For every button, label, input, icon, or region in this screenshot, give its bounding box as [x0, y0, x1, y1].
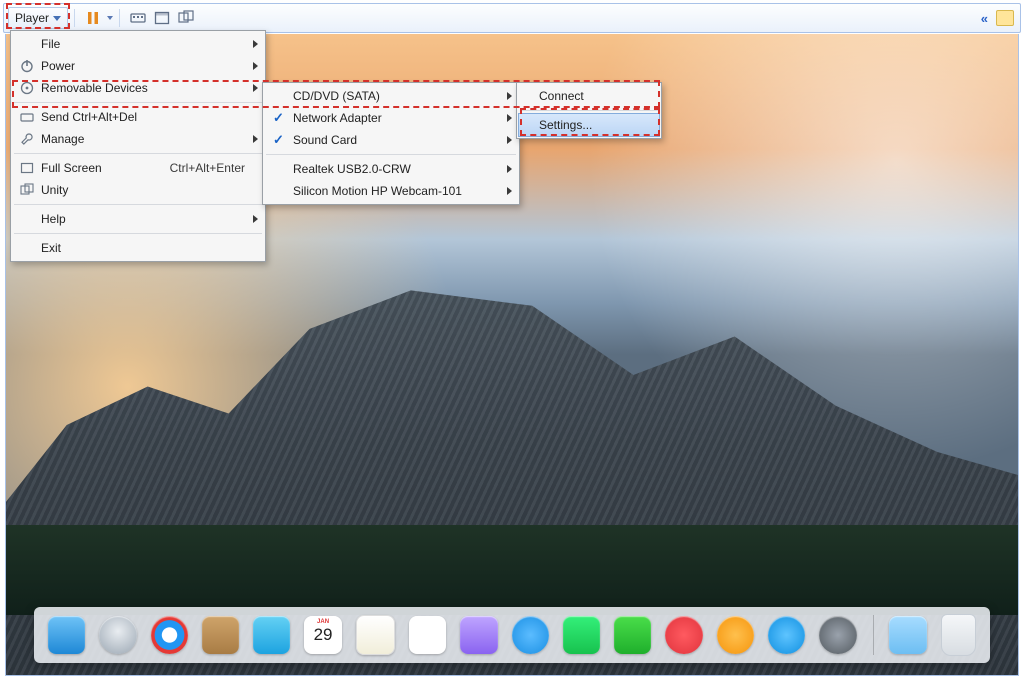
keyboard-icon	[19, 109, 35, 125]
submenu-connect[interactable]: Connect	[519, 85, 659, 107]
submenu-arrow-icon	[507, 165, 512, 173]
submenu-network-adapter[interactable]: ✓ Network Adapter	[265, 107, 517, 129]
menu-manage[interactable]: Manage	[13, 128, 263, 150]
menu-removable-devices[interactable]: Removable Devices	[13, 77, 263, 99]
dock-reminders-icon[interactable]	[409, 616, 446, 654]
dock-messages-icon[interactable]	[563, 616, 600, 654]
submenu-arrow-icon	[253, 40, 258, 48]
menu-exit[interactable]: Exit	[13, 237, 263, 259]
dock-launchpad-icon[interactable]	[99, 616, 136, 654]
menu-separator	[14, 102, 262, 103]
submenu-arrow-icon	[253, 135, 258, 143]
wallpaper-foreground	[6, 525, 1018, 615]
dock-itunes-icon[interactable]	[665, 616, 702, 654]
menu-label: Network Adapter	[293, 111, 382, 125]
dock-finder-icon[interactable]	[48, 616, 85, 654]
menu-label: Sound Card	[293, 133, 357, 147]
menu-label: Silicon Motion HP Webcam-101	[293, 184, 462, 198]
disc-icon	[19, 80, 35, 96]
dock-trash-icon[interactable]	[941, 614, 976, 656]
menu-label: Unity	[41, 183, 68, 197]
unity-button[interactable]	[178, 10, 194, 26]
toolbar-separator	[119, 9, 120, 27]
player-menu: File Power Removable Devices Send Ctrl+A…	[10, 30, 266, 262]
menu-shortcut: Ctrl+Alt+Enter	[140, 161, 245, 175]
dock-calendar-icon[interactable]: JAN 29	[304, 616, 341, 654]
dock-maps-icon[interactable]	[512, 616, 549, 654]
menu-label: Manage	[41, 132, 84, 146]
check-icon: ✓	[273, 132, 284, 148]
menu-label: Realtek USB2.0-CRW	[293, 162, 411, 176]
submenu-arrow-icon	[507, 92, 512, 100]
unity-icon	[19, 182, 35, 198]
wrench-icon	[19, 131, 35, 147]
macos-dock: JAN 29	[34, 607, 990, 663]
dropdown-triangle-icon	[53, 16, 61, 21]
dock-appstore-icon[interactable]	[768, 616, 805, 654]
dock-pages-icon[interactable]	[460, 616, 497, 654]
menu-separator	[520, 110, 658, 111]
submenu-arrow-icon	[253, 62, 258, 70]
menu-label: Exit	[41, 241, 61, 255]
menu-send-cad[interactable]: Send Ctrl+Alt+Del	[13, 106, 263, 128]
menu-label: Help	[41, 212, 66, 226]
toolbar-right-group: «	[981, 4, 1014, 32]
dock-safari-icon[interactable]	[151, 616, 188, 654]
dock-mail-icon[interactable]	[253, 616, 290, 654]
calendar-day: 29	[314, 626, 333, 643]
menu-separator	[14, 204, 262, 205]
dock-facetime-icon[interactable]	[614, 616, 651, 654]
menu-label: Removable Devices	[41, 81, 148, 95]
player-menu-button[interactable]: Player	[8, 7, 68, 29]
dock-downloads-icon[interactable]	[889, 616, 926, 654]
menu-label: Power	[41, 59, 75, 73]
submenu-arrow-icon	[253, 84, 258, 92]
dock-notes-icon[interactable]	[356, 615, 395, 655]
menu-label: Full Screen	[41, 161, 102, 175]
submenu-webcam[interactable]: Silicon Motion HP Webcam-101	[265, 180, 517, 202]
player-label: Player	[15, 11, 49, 25]
submenu-arrow-icon	[507, 187, 512, 195]
power-icon	[19, 58, 35, 74]
menu-fullscreen[interactable]: Full Screen Ctrl+Alt+Enter	[13, 157, 263, 179]
menu-power[interactable]: Power	[13, 55, 263, 77]
menu-file[interactable]: File	[13, 33, 263, 55]
submenu-arrow-icon	[507, 136, 512, 144]
menu-label: Connect	[539, 89, 584, 103]
cddvd-submenu: Connect Settings...	[516, 82, 662, 139]
check-icon: ✓	[273, 110, 284, 126]
dock-ibooks-icon[interactable]	[717, 616, 754, 654]
menu-label: File	[41, 37, 60, 51]
vm-toolbar: Player «	[3, 3, 1021, 33]
menu-separator	[266, 154, 516, 155]
dock-preferences-icon[interactable]	[819, 616, 856, 654]
send-cad-button[interactable]	[130, 10, 146, 26]
menu-label: CD/DVD (SATA)	[293, 89, 380, 103]
submenu-sound-card[interactable]: ✓ Sound Card	[265, 129, 517, 151]
fullscreen-button[interactable]	[154, 10, 170, 26]
menu-separator	[14, 233, 262, 234]
menu-separator	[14, 153, 262, 154]
collapse-chevron-icon[interactable]: «	[981, 11, 988, 26]
submenu-realtek-usb[interactable]: Realtek USB2.0-CRW	[265, 158, 517, 180]
menu-label: Settings...	[539, 118, 592, 132]
pause-button[interactable]	[81, 10, 113, 26]
dock-separator	[873, 615, 874, 655]
menu-help[interactable]: Help	[13, 208, 263, 230]
pause-icon	[85, 10, 101, 26]
dock-contacts-icon[interactable]	[202, 616, 239, 654]
submenu-cddvd[interactable]: CD/DVD (SATA)	[265, 85, 517, 107]
menu-label: Send Ctrl+Alt+Del	[41, 110, 137, 124]
submenu-arrow-icon	[253, 215, 258, 223]
fullscreen-icon	[19, 160, 35, 176]
notes-icon[interactable]	[996, 10, 1014, 26]
toolbar-separator	[74, 9, 75, 27]
removable-devices-submenu: CD/DVD (SATA) ✓ Network Adapter ✓ Sound …	[262, 82, 520, 205]
dropdown-triangle-icon	[107, 16, 113, 20]
submenu-settings[interactable]: Settings...	[518, 113, 660, 137]
submenu-arrow-icon	[507, 114, 512, 122]
menu-unity[interactable]: Unity	[13, 179, 263, 201]
